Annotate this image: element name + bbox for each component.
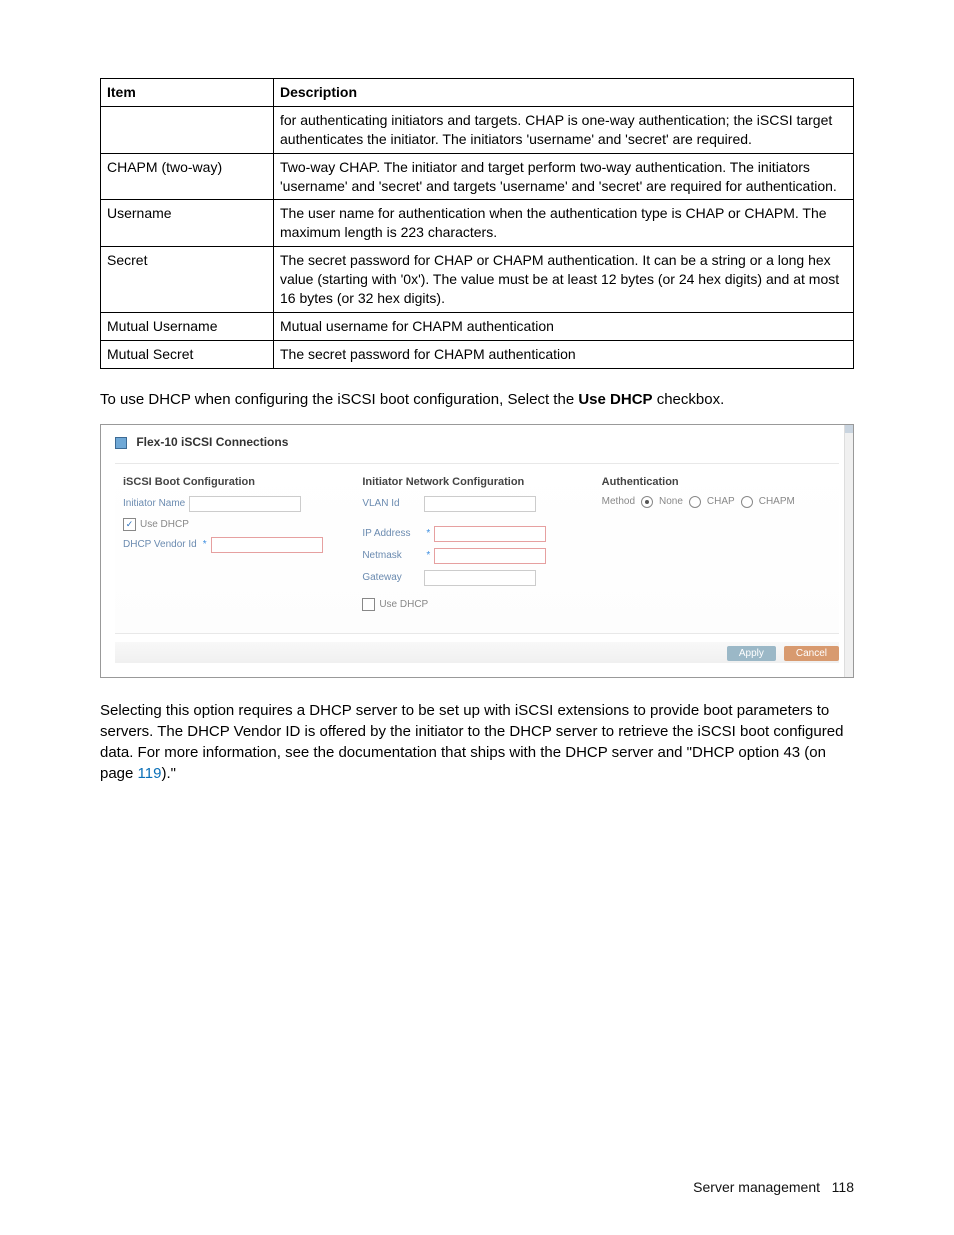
th-item: Item xyxy=(101,79,274,107)
scrollbar-indicator xyxy=(844,425,853,677)
ip-input[interactable] xyxy=(434,526,546,542)
label-ip: IP Address xyxy=(362,528,420,539)
figure-title-text: Flex-10 iSCSI Connections xyxy=(136,435,288,449)
label-vlan: VLAN Id xyxy=(362,498,420,509)
label-dhcp-vendor: DHCP Vendor Id xyxy=(123,539,197,550)
th-desc: Description xyxy=(274,79,854,107)
required-icon: * xyxy=(426,550,430,561)
cell-item: Secret xyxy=(101,247,274,313)
table-row: Username The user name for authenticatio… xyxy=(101,200,854,247)
page-link[interactable]: 119 xyxy=(138,765,162,782)
required-icon: * xyxy=(426,528,430,539)
label-gateway: Gateway xyxy=(362,572,420,583)
label-method: Method xyxy=(602,496,635,507)
text-bold: Use DHCP xyxy=(578,391,652,408)
table-row: Mutual Username Mutual username for CHAP… xyxy=(101,312,854,340)
dhcp-vendor-input[interactable] xyxy=(211,537,323,553)
footer-page: 118 xyxy=(832,1179,854,1195)
cell-item: Mutual Username xyxy=(101,312,274,340)
footer-section: Server management xyxy=(693,1179,820,1195)
col-title: Authentication xyxy=(602,476,831,488)
required-icon: * xyxy=(203,539,207,550)
col-iscsi-boot: iSCSI Boot Configuration Initiator Name … xyxy=(123,476,352,617)
radio-none[interactable] xyxy=(641,496,653,508)
screenshot-figure: Flex-10 iSCSI Connections iSCSI Boot Con… xyxy=(100,424,854,678)
window-icon xyxy=(115,437,127,449)
definitions-table: Item Description for authenticating init… xyxy=(100,78,854,369)
col-initiator-network: Initiator Network Configuration VLAN Id … xyxy=(362,476,591,617)
cell-item: Mutual Secret xyxy=(101,340,274,368)
paragraph-selecting-option: Selecting this option requires a DHCP se… xyxy=(100,700,854,784)
radio-none-label: None xyxy=(659,496,683,507)
cell-desc: The secret password for CHAPM authentica… xyxy=(274,340,854,368)
table-row: Mutual Secret The secret password for CH… xyxy=(101,340,854,368)
gateway-input[interactable] xyxy=(424,570,536,586)
use-dhcp-checkbox[interactable]: ✓ xyxy=(123,518,136,531)
text: To use DHCP when configuring the iSCSI b… xyxy=(100,391,578,408)
cell-desc: for authenticating initiators and target… xyxy=(274,106,854,153)
table-row: for authenticating initiators and target… xyxy=(101,106,854,153)
cell-item: Username xyxy=(101,200,274,247)
radio-chapm-label: CHAPM xyxy=(759,496,795,507)
radio-chap[interactable] xyxy=(689,496,701,508)
cell-item xyxy=(101,106,274,153)
text: )." xyxy=(161,765,176,782)
col-title: iSCSI Boot Configuration xyxy=(123,476,352,488)
cancel-button[interactable]: Cancel xyxy=(784,646,839,661)
text: checkbox. xyxy=(653,391,725,408)
label-initiator-name: Initiator Name xyxy=(123,498,185,509)
cell-item: CHAPM (two-way) xyxy=(101,153,274,200)
cell-desc: The user name for authentication when th… xyxy=(274,200,854,247)
initiator-name-input[interactable] xyxy=(189,496,301,512)
table-row: Secret The secret password for CHAP or C… xyxy=(101,247,854,313)
text: Selecting this option requires a DHCP se… xyxy=(100,702,843,782)
use-dhcp-label: Use DHCP xyxy=(140,519,189,530)
apply-button[interactable]: Apply xyxy=(727,646,776,661)
col-authentication: Authentication Method None CHAP CHAPM xyxy=(602,476,831,617)
paragraph-use-dhcp: To use DHCP when configuring the iSCSI b… xyxy=(100,389,854,410)
label-netmask: Netmask xyxy=(362,550,420,561)
vlan-input[interactable] xyxy=(424,496,536,512)
net-use-dhcp-label: Use DHCP xyxy=(379,599,428,610)
cell-desc: Two-way CHAP. The initiator and target p… xyxy=(274,153,854,200)
net-use-dhcp-checkbox[interactable] xyxy=(362,598,375,611)
table-row: CHAPM (two-way) Two-way CHAP. The initia… xyxy=(101,153,854,200)
figure-title: Flex-10 iSCSI Connections xyxy=(115,435,839,449)
radio-chap-label: CHAP xyxy=(707,496,735,507)
page-footer: Server management 118 xyxy=(693,1179,854,1195)
radio-chapm[interactable] xyxy=(741,496,753,508)
col-title: Initiator Network Configuration xyxy=(362,476,591,488)
cell-desc: The secret password for CHAP or CHAPM au… xyxy=(274,247,854,313)
netmask-input[interactable] xyxy=(434,548,546,564)
cell-desc: Mutual username for CHAPM authentication xyxy=(274,312,854,340)
